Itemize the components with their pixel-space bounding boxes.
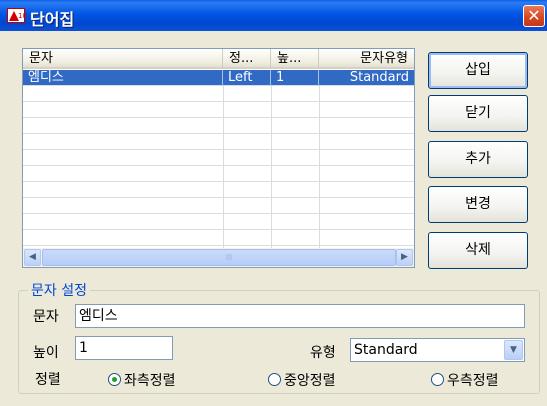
empty-row <box>23 230 414 246</box>
style-label: 유형 <box>310 345 336 361</box>
list-header: 문자 정... 높... 문자유형 <box>23 49 414 69</box>
height-label: 높이 <box>33 345 59 361</box>
radio-align-left[interactable] <box>108 373 121 386</box>
app-icon: 10 <box>7 8 27 23</box>
dialog-window: 10 단어집 ✕ 문자 정... 높... 문자유형 엠디스 Left 1 St… <box>0 0 547 406</box>
column-header-style[interactable]: 문자유형 <box>319 49 414 68</box>
empty-row <box>23 198 414 214</box>
horizontal-scrollbar[interactable]: ◀ ||| ▶ <box>23 248 414 267</box>
row-height-cell: 1 <box>271 70 319 86</box>
modify-button[interactable]: 변경 <box>428 186 528 223</box>
scroll-grip-icon: ||| <box>226 254 233 261</box>
column-header-align[interactable]: 정... <box>223 49 271 68</box>
insert-button[interactable]: 삽입 <box>428 52 528 89</box>
row-style-cell: Standard <box>349 70 409 85</box>
empty-row <box>23 118 414 134</box>
table-row[interactable]: 엠디스 Left 1 Standard <box>23 70 414 86</box>
delete-button[interactable]: 삭제 <box>428 232 528 269</box>
column-header-height[interactable]: 높... <box>271 49 319 68</box>
radio-align-right[interactable] <box>431 373 444 386</box>
empty-row <box>23 134 414 150</box>
title-bar[interactable]: 10 단어집 ✕ <box>0 0 547 31</box>
empty-row <box>23 214 414 230</box>
empty-row <box>23 166 414 182</box>
align-label: 정렬 <box>35 372 61 388</box>
style-select[interactable]: Standard ▼ <box>350 338 525 362</box>
scrollbar-thumb[interactable]: ||| <box>42 249 396 266</box>
text-label: 문자 <box>33 309 59 325</box>
text-input[interactable]: 엠디스 <box>75 304 525 328</box>
radio-align-right-label[interactable]: 우측정렬 <box>447 370 499 390</box>
row-text-cell: 엠디스 <box>23 70 223 86</box>
radio-align-left-label[interactable]: 좌측정렬 <box>124 370 176 390</box>
empty-row <box>23 182 414 198</box>
chevron-down-icon[interactable]: ▼ <box>504 340 523 360</box>
radio-align-center-label[interactable]: 중앙정렬 <box>284 370 336 390</box>
close-window-button[interactable]: ✕ <box>523 5 545 27</box>
text-settings-title: 문자 설정 <box>28 280 90 300</box>
empty-row <box>23 102 414 118</box>
column-header-text[interactable]: 문자 <box>23 49 223 68</box>
row-align-cell: Left <box>223 70 271 86</box>
scroll-left-icon[interactable]: ◀ <box>24 249 41 266</box>
word-list[interactable]: 문자 정... 높... 문자유형 엠디스 Left 1 Standard ◀ … <box>22 48 415 268</box>
add-button[interactable]: 추가 <box>428 141 528 178</box>
empty-row <box>23 150 414 166</box>
height-input[interactable]: 1 <box>75 336 173 360</box>
empty-row <box>23 86 414 102</box>
style-select-value: Standard <box>354 342 418 358</box>
window-title: 단어집 <box>30 10 75 29</box>
scroll-right-icon[interactable]: ▶ <box>396 249 413 266</box>
close-button[interactable]: 닫기 <box>428 95 528 132</box>
radio-align-center[interactable] <box>268 373 281 386</box>
